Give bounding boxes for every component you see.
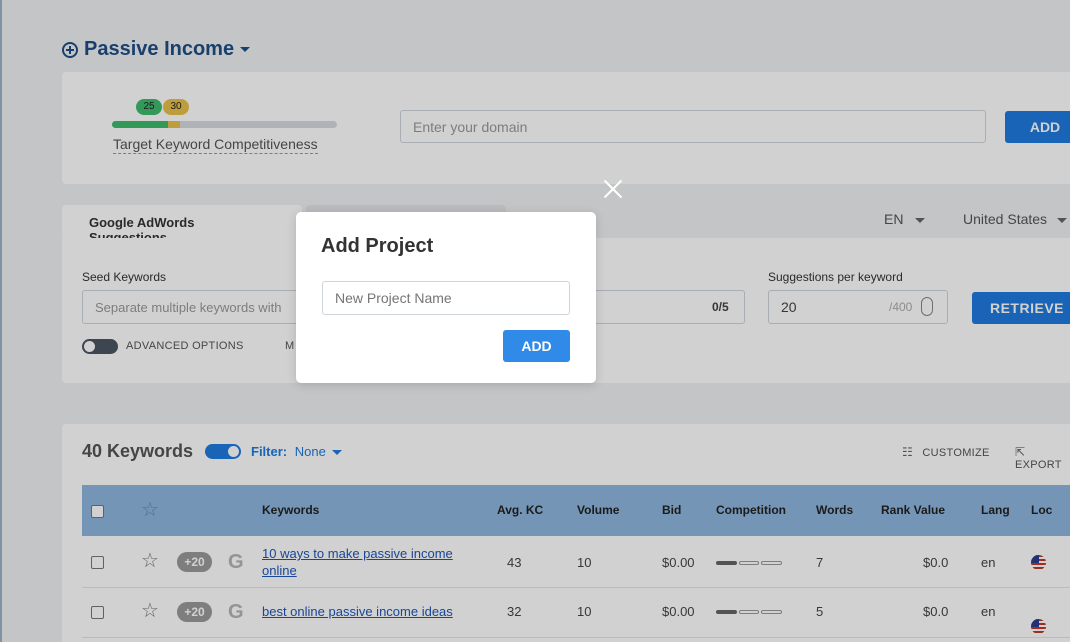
modal-title: Add Project: [321, 235, 434, 257]
close-icon[interactable]: [602, 178, 624, 200]
add-project-button[interactable]: ADD: [503, 330, 570, 362]
project-name-input[interactable]: [322, 281, 570, 315]
